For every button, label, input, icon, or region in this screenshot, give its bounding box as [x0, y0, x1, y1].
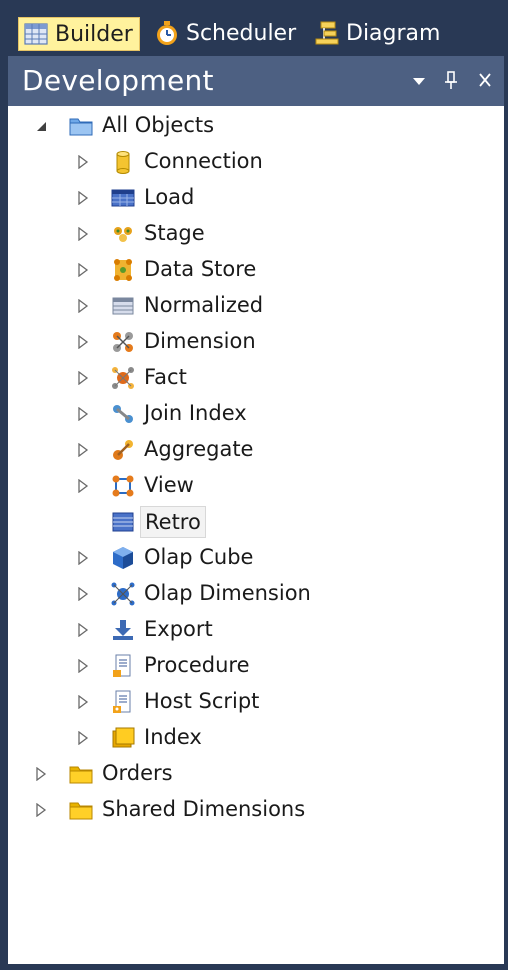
tree-node-label: Olap Dimension	[144, 581, 311, 605]
tree-node-join-index[interactable]: Join Index	[8, 396, 504, 432]
pin-icon[interactable]	[440, 68, 462, 97]
panel-header: Development	[8, 56, 504, 106]
collapsed-arrow-icon[interactable]	[76, 227, 90, 241]
tree-node-fact[interactable]: Fact	[8, 360, 504, 396]
hierarchy-icon	[315, 21, 339, 45]
tree-node-all-objects[interactable]: All Objects	[8, 108, 504, 144]
expanded-arrow-icon[interactable]	[34, 119, 48, 133]
tree-node-stage[interactable]: Stage	[8, 216, 504, 252]
aggregate-icon	[110, 437, 136, 463]
tree-node-label: Procedure	[144, 653, 250, 677]
tree-node-label: Dimension	[144, 329, 256, 353]
tree-node-shared-dimensions[interactable]: Shared Dimensions	[8, 792, 504, 828]
collapsed-arrow-icon[interactable]	[76, 479, 90, 493]
tree-node-label: Export	[144, 617, 213, 641]
tree-node-label: Olap Cube	[144, 545, 254, 569]
collapsed-arrow-icon[interactable]	[76, 299, 90, 313]
tree-node-dimension[interactable]: Dimension	[8, 324, 504, 360]
tree-node-procedure[interactable]: Procedure	[8, 648, 504, 684]
procedure-icon	[110, 653, 136, 679]
tree-node-connection[interactable]: Connection	[8, 144, 504, 180]
tree-node-label: Orders	[102, 761, 173, 785]
tree-node-olap-dimension[interactable]: Olap Dimension	[8, 576, 504, 612]
tree-node-aggregate[interactable]: Aggregate	[8, 432, 504, 468]
stage-icon	[110, 221, 136, 247]
tree-node-label: Retro	[140, 506, 206, 538]
tab-diagram[interactable]: Diagram	[314, 17, 440, 49]
tree-node-index[interactable]: Index	[8, 720, 504, 756]
tree-node-host-script[interactable]: Host Script	[8, 684, 504, 720]
tree-node-label: Connection	[144, 149, 263, 173]
tree-node-label: Join Index	[144, 401, 247, 425]
tree-node-load[interactable]: Load	[8, 180, 504, 216]
clock-icon	[157, 21, 177, 45]
dropdown-arrow-icon[interactable]	[408, 68, 430, 97]
tree-node-view[interactable]: View	[8, 468, 504, 504]
collapsed-arrow-icon[interactable]	[76, 659, 90, 673]
tree-node-export[interactable]: Export	[8, 612, 504, 648]
folder-yellow-icon	[68, 761, 94, 787]
data-store-icon	[110, 257, 136, 283]
tree-node-label: Load	[144, 185, 195, 209]
table-blue-icon	[110, 185, 136, 211]
close-icon[interactable]	[474, 68, 496, 97]
collapsed-arrow-icon[interactable]	[76, 191, 90, 205]
collapsed-arrow-icon[interactable]	[34, 803, 48, 817]
collapsed-arrow-icon[interactable]	[76, 623, 90, 637]
collapsed-arrow-icon[interactable]	[76, 407, 90, 421]
tree-node-label: Normalized	[144, 293, 264, 317]
normalized-table-icon	[110, 293, 136, 319]
tab-builder-label: Builder	[55, 21, 133, 47]
collapsed-arrow-icon[interactable]	[76, 551, 90, 565]
collapsed-arrow-icon[interactable]	[76, 443, 90, 457]
folder-yellow-icon	[68, 797, 94, 823]
folder-blue-icon	[68, 113, 94, 139]
tree-node-olap-cube[interactable]: Olap Cube	[8, 540, 504, 576]
tree-node-retro[interactable]: Retro	[8, 504, 504, 540]
grid-icon	[24, 23, 48, 45]
tree-node-orders[interactable]: Orders	[8, 756, 504, 792]
tree-node-label: Data Store	[144, 257, 257, 281]
collapsed-arrow-icon[interactable]	[76, 155, 90, 169]
collapsed-arrow-icon[interactable]	[76, 371, 90, 385]
tree-node-label: Aggregate	[144, 437, 254, 461]
collapsed-arrow-icon[interactable]	[76, 263, 90, 277]
tree-node-label: Host Script	[144, 689, 260, 713]
tree-node-data-store[interactable]: Data Store	[8, 252, 504, 288]
fact-icon	[110, 365, 136, 391]
cylinder-icon	[110, 149, 136, 175]
host-script-icon	[110, 689, 136, 715]
collapsed-arrow-icon[interactable]	[76, 335, 90, 349]
join-index-icon	[110, 401, 136, 427]
document-tab-strip: Builder Scheduler Diagram	[0, 0, 508, 52]
export-icon	[110, 617, 136, 643]
panel-title: Development	[22, 64, 214, 97]
index-icon	[110, 725, 136, 751]
tab-scheduler[interactable]: Scheduler	[154, 17, 296, 49]
dimension-icon	[110, 329, 136, 355]
retro-icon	[110, 509, 136, 535]
collapsed-arrow-icon[interactable]	[76, 731, 90, 745]
tab-builder[interactable]: Builder	[18, 17, 140, 51]
tree-node-label: Fact	[144, 365, 187, 389]
tab-scheduler-label: Scheduler	[186, 20, 297, 46]
development-panel: Development All Objects Connection Load Sta…	[8, 56, 504, 970]
tree-node-label: View	[144, 473, 194, 497]
collapsed-arrow-icon[interactable]	[76, 695, 90, 709]
olap-dimension-icon	[110, 581, 136, 607]
tab-diagram-label: Diagram	[346, 20, 441, 46]
collapsed-arrow-icon[interactable]	[34, 767, 48, 781]
view-icon	[110, 473, 136, 499]
tree-node-label: Index	[144, 725, 202, 749]
tree-node-label: Shared Dimensions	[102, 797, 306, 821]
cube-icon	[110, 545, 136, 571]
collapsed-arrow-icon[interactable]	[76, 587, 90, 601]
tree-node-label: Stage	[144, 221, 205, 245]
window-bottom-edge	[0, 964, 508, 970]
tree-node-normalized[interactable]: Normalized	[8, 288, 504, 324]
tree-node-label: All Objects	[102, 113, 215, 137]
